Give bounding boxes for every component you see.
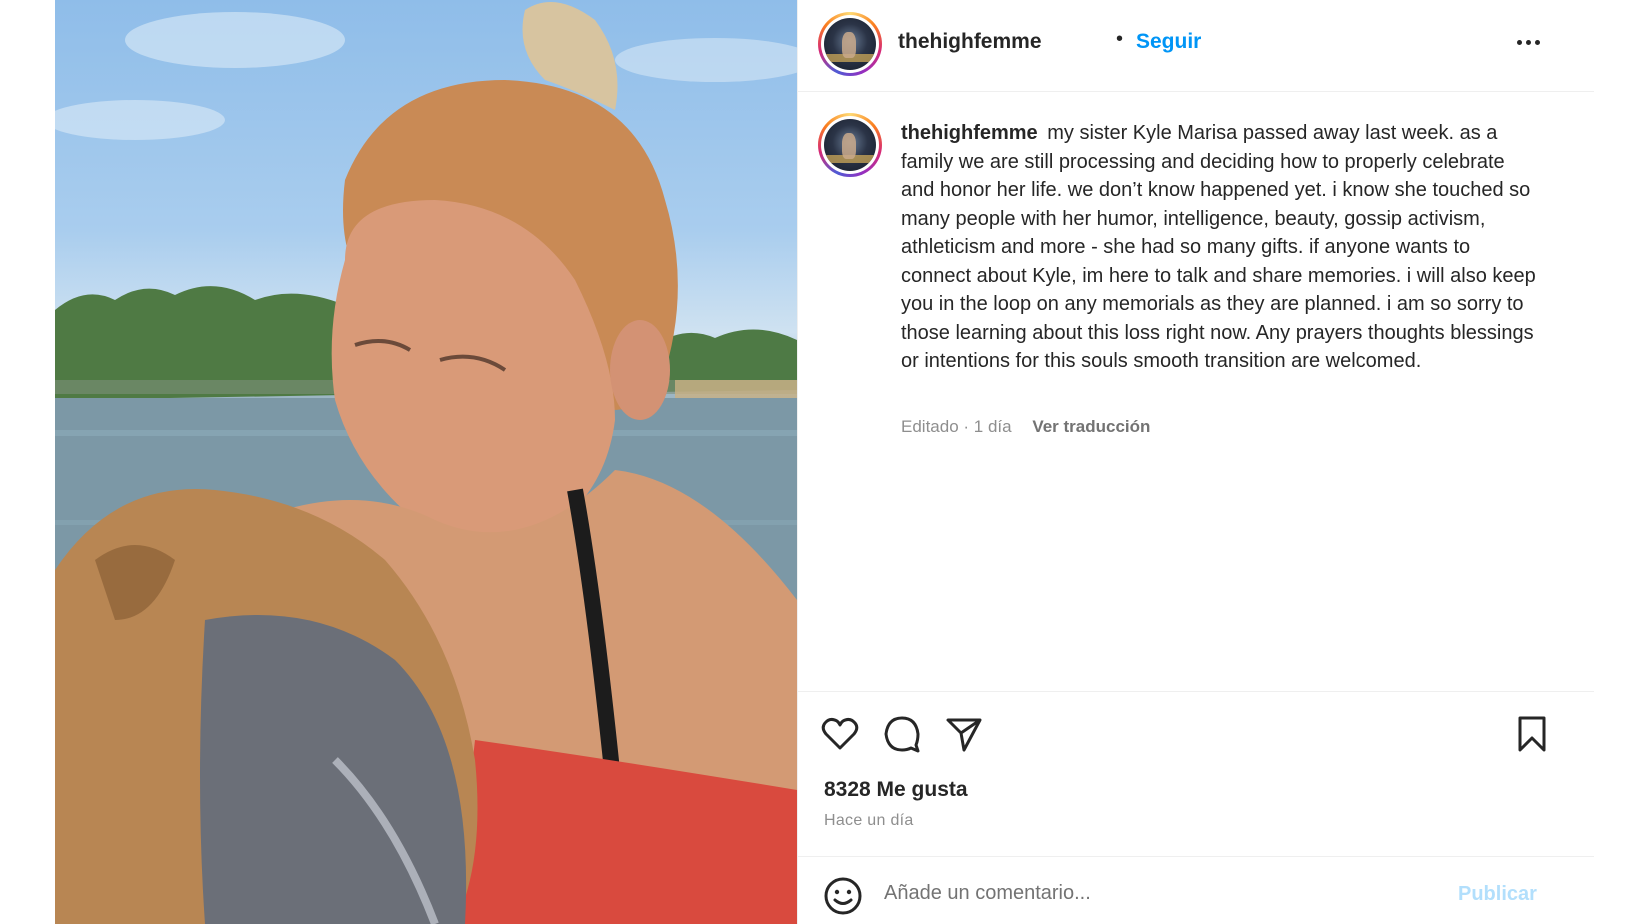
bookmark-icon[interactable] (1512, 714, 1552, 754)
edited-timestamp: Editado · 1 día (901, 417, 1012, 436)
author-avatar[interactable] (818, 12, 882, 76)
follow-button[interactable]: Seguir (1136, 30, 1201, 54)
caption-body: my sister Kyle Marisa passed away last w… (901, 122, 1536, 372)
like-count[interactable]: 8328 Me gusta (824, 778, 968, 802)
share-icon[interactable] (944, 714, 984, 754)
emoji-icon[interactable] (822, 875, 864, 917)
separator-dot: • (1116, 28, 1124, 50)
action-bar: 8328 Me gusta Hace un día (798, 691, 1594, 856)
caption-avatar[interactable] (818, 113, 882, 177)
caption-meta: Editado · 1 día Ver traducción (901, 417, 1150, 437)
more-horizontal-icon[interactable] (1508, 28, 1548, 56)
see-translation-link[interactable]: Ver traducción (1032, 417, 1150, 436)
avatar-image (824, 119, 876, 171)
comment-bar: Publicar (798, 856, 1594, 924)
caption-text-block: thehighfemme my sister Kyle Marisa passe… (901, 119, 1541, 376)
photo-illustration (55, 2, 797, 924)
post-photo[interactable] (55, 0, 797, 924)
post-side-panel: thehighfemme • Seguir thehighfemme my si… (797, 0, 1594, 924)
heart-icon[interactable] (820, 714, 860, 754)
comment-input[interactable] (884, 875, 1444, 911)
post-header: thehighfemme • Seguir (798, 0, 1594, 92)
instagram-post: thehighfemme • Seguir thehighfemme my si… (55, 0, 1594, 924)
avatar-image (824, 18, 876, 70)
caption-username[interactable]: thehighfemme (901, 122, 1038, 144)
post-timestamp[interactable]: Hace un día (824, 812, 914, 830)
comment-icon[interactable] (882, 714, 922, 754)
publish-button[interactable]: Publicar (1458, 883, 1537, 906)
author-username[interactable]: thehighfemme (898, 30, 1042, 54)
caption-section: thehighfemme my sister Kyle Marisa passe… (798, 93, 1594, 691)
